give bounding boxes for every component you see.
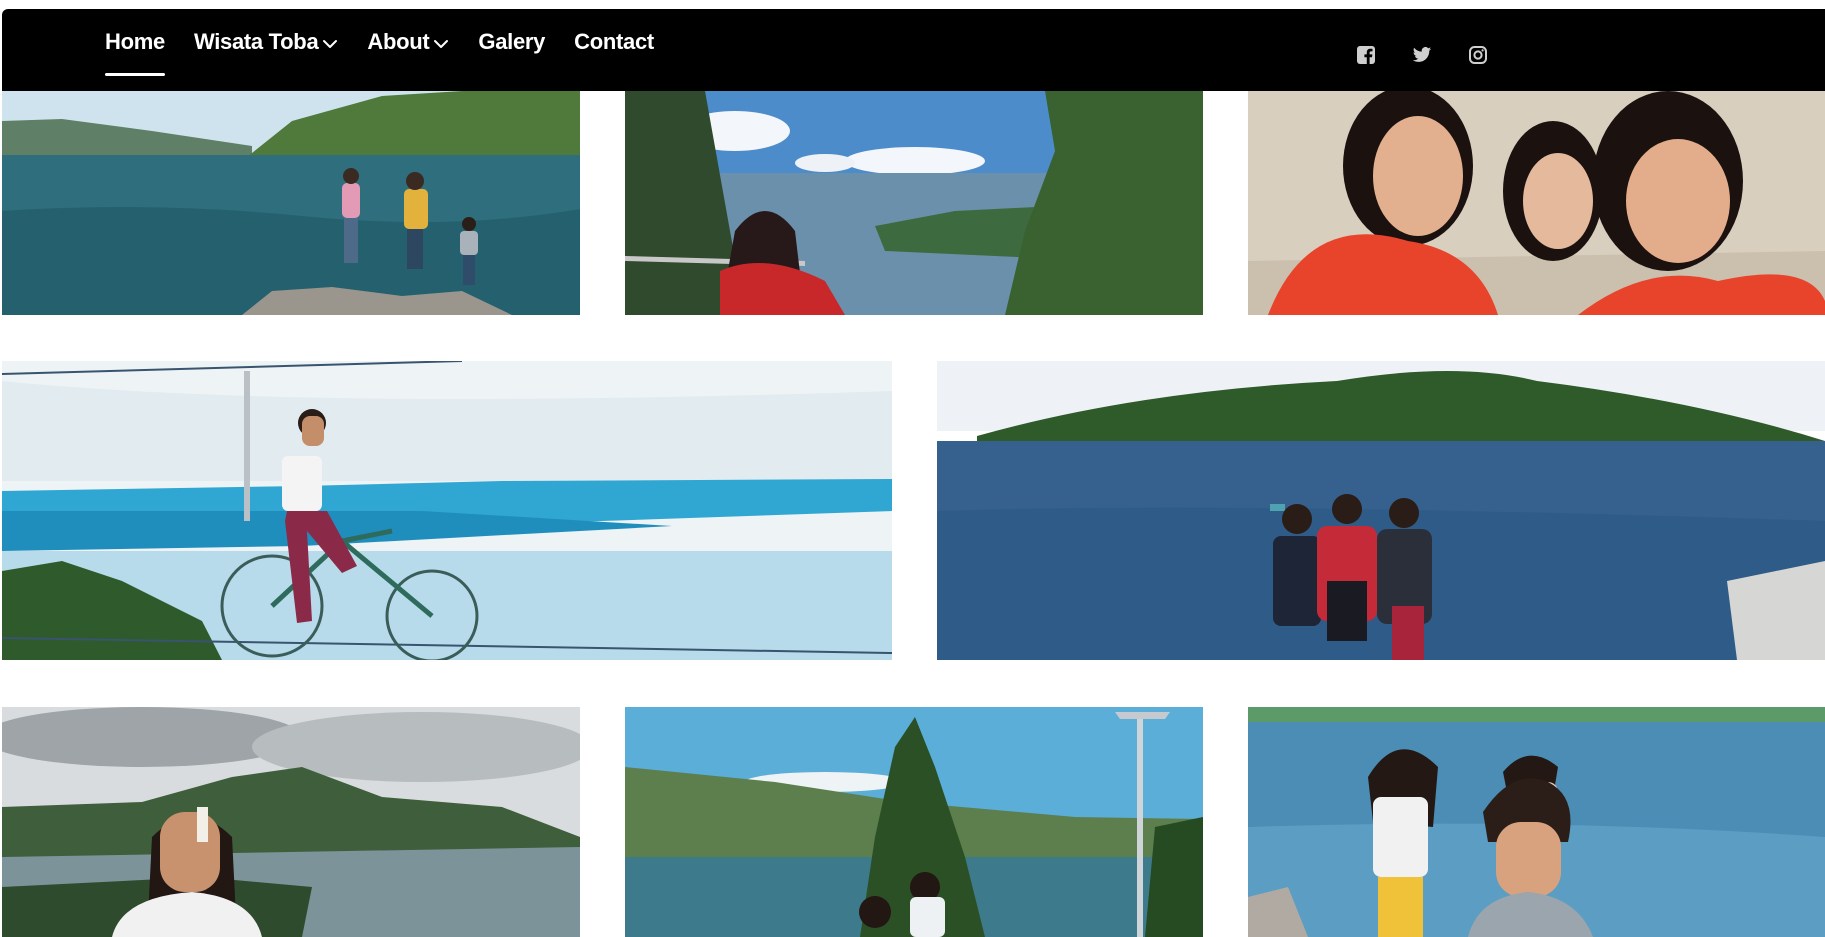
nav-about[interactable]: About xyxy=(367,9,449,91)
gallery-photo-girls-selfie-in-water[interactable] xyxy=(1248,91,1825,315)
nav-wisata-toba[interactable]: Wisata Toba xyxy=(194,9,338,91)
instagram-icon[interactable] xyxy=(1468,45,1488,65)
gallery-photo-three-girls-by-lake[interactable] xyxy=(937,361,1825,660)
nav-contact-label: Contact xyxy=(574,29,654,54)
gallery-photo-couple-under-pine[interactable] xyxy=(625,707,1203,937)
chevron-down-icon xyxy=(433,9,449,49)
nav-wisata-toba-label: Wisata Toba xyxy=(193,29,319,54)
gallery-photo-girl-overlooking-lake[interactable] xyxy=(625,91,1203,315)
chevron-down-icon xyxy=(322,9,338,49)
nav-home[interactable]: Home xyxy=(105,9,165,91)
nav-links: Home Wisata Toba About Galery Contact xyxy=(105,9,683,91)
nav-contact[interactable]: Contact xyxy=(574,9,654,91)
nav-galery-label: Galery xyxy=(478,29,546,54)
facebook-icon[interactable] xyxy=(1356,45,1376,65)
nav-galery[interactable]: Galery xyxy=(478,9,545,91)
gallery-photo-girl-with-mountain-view[interactable] xyxy=(2,707,580,937)
gallery-photo-girl-on-sky-bicycle[interactable] xyxy=(2,361,892,660)
main-navbar: Home Wisata Toba About Galery Contact xyxy=(2,9,1825,91)
nav-home-label: Home xyxy=(105,29,165,54)
twitter-icon[interactable] xyxy=(1412,45,1432,65)
social-links xyxy=(1356,45,1488,65)
nav-about-label: About xyxy=(367,29,430,54)
gallery-photo-children-on-beach[interactable] xyxy=(1248,707,1825,937)
gallery-photo-lake-shore-children[interactable] xyxy=(2,91,580,315)
